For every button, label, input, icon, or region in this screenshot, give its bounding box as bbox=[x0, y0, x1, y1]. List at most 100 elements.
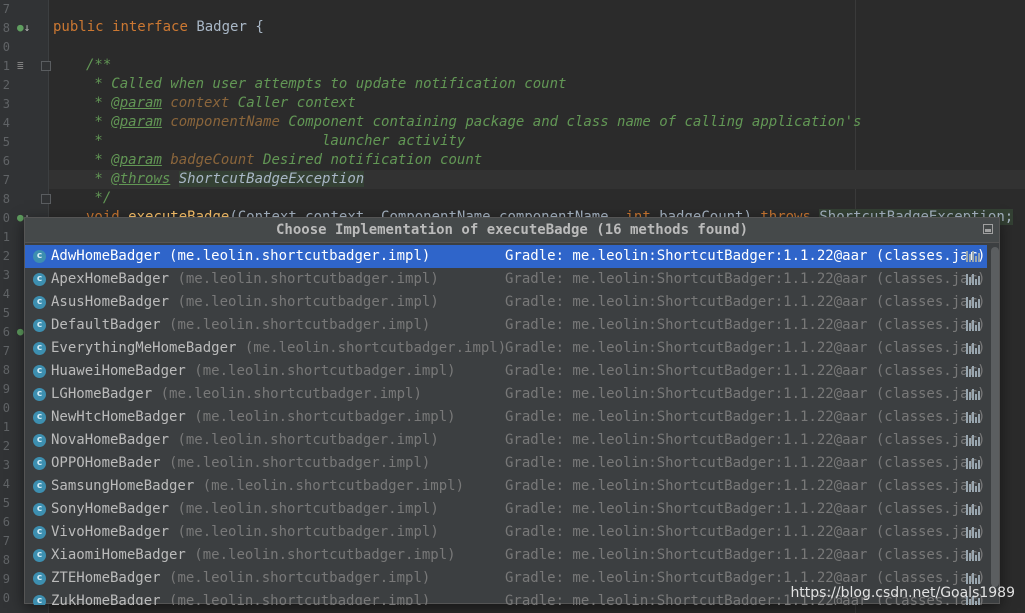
doc-comment-icon[interactable]: ≣ bbox=[17, 56, 24, 75]
library-icon bbox=[966, 481, 980, 492]
javadoc-throws-tag: @throws bbox=[111, 171, 171, 187]
implementation-name-group: HuaweiHomeBadger (me.leolin.shortcutbadg… bbox=[51, 360, 456, 383]
library-location: Gradle: me.leolin:ShortcutBadger:1.1.22@… bbox=[505, 478, 986, 494]
line-number: 1 bbox=[2, 59, 10, 73]
javadoc-param-name: context bbox=[170, 95, 230, 111]
class-icon: c bbox=[33, 457, 46, 470]
javadoc-param-desc: Component containing package and class n… bbox=[288, 114, 862, 130]
library-location: Gradle: me.leolin:ShortcutBadger:1.1.22@… bbox=[505, 409, 986, 425]
implementation-item[interactable]: c XiaomiHomeBadger (me.leolin.shortcutbad… bbox=[25, 544, 987, 567]
line-number: 0 bbox=[2, 211, 10, 225]
library-location: Gradle: me.leolin:ShortcutBadger:1.1.22@… bbox=[505, 363, 986, 379]
library-location: Gradle: me.leolin:ShortcutBadger:1.1.22@… bbox=[505, 271, 986, 287]
javadoc-param-name: componentName bbox=[170, 114, 280, 130]
implementation-item[interactable]: c ApexHomeBadger (me.leolin.shortcutbadge… bbox=[25, 268, 987, 291]
implementation-item[interactable]: c SonyHomeBadger (me.leolin.shortcutbadge… bbox=[25, 498, 987, 521]
line-number: 4 bbox=[2, 287, 10, 301]
javadoc-exception-ref[interactable]: ShortcutBadgeException bbox=[178, 171, 365, 187]
library-icon bbox=[966, 527, 980, 538]
implementation-item[interactable]: c EverythingMeHomeBadger (me.leolin.short… bbox=[25, 337, 987, 360]
class-icon: c bbox=[33, 526, 46, 539]
implementation-name-group: OPPOHomeBader (me.leolin.shortcutbadger.… bbox=[51, 452, 430, 475]
implementation-item[interactable]: c NewHtcHomeBadger (me.leolin.shortcutbad… bbox=[25, 406, 987, 429]
implementation-item[interactable]: c SamsungHomeBadger (me.leolin.shortcutba… bbox=[25, 475, 987, 498]
implementation-name-group: VivoHomeBadger (me.leolin.shortcutbadger… bbox=[51, 521, 439, 544]
library-location: Gradle: me.leolin:ShortcutBadger:1.1.22@… bbox=[505, 455, 986, 471]
library-icon bbox=[966, 573, 980, 584]
library-icon bbox=[966, 389, 980, 400]
class-name: XiaomiHomeBadger bbox=[51, 547, 186, 563]
class-name: NewHtcHomeBadger bbox=[51, 409, 186, 425]
code-line-javadoc-close: */ bbox=[86, 189, 111, 208]
library-icon bbox=[966, 320, 980, 331]
package-name: (me.leolin.shortcutbadger.impl) bbox=[177, 294, 439, 310]
class-name: DefaultBadger bbox=[51, 317, 161, 333]
implementation-item[interactable]: c NovaHomeBadger (me.leolin.shortcutbadge… bbox=[25, 429, 987, 452]
implemented-marker-icon-2[interactable]: ● bbox=[17, 322, 24, 341]
implementation-item[interactable]: c AdwHomeBadger (me.leolin.shortcutbadger… bbox=[25, 245, 987, 268]
line-number: 0 bbox=[2, 40, 10, 54]
class-name: SonyHomeBadger bbox=[51, 501, 170, 517]
implemented-marker-icon[interactable]: ●↓ bbox=[17, 18, 30, 37]
watermark: https://blog.csdn.net/Goals1989 bbox=[790, 585, 1015, 601]
choose-implementation-popup[interactable]: Choose Implementation of executeBadge (1… bbox=[24, 217, 1000, 605]
line-number: 8 bbox=[2, 21, 10, 35]
implementation-item[interactable]: c AsusHomeBadger (me.leolin.shortcutbadge… bbox=[25, 291, 987, 314]
line-number: 0 bbox=[2, 401, 10, 415]
javadoc-param-desc: Caller context bbox=[237, 95, 356, 111]
library-location: Gradle: me.leolin:ShortcutBadger:1.1.22@… bbox=[505, 340, 986, 356]
line-number: 1 bbox=[2, 230, 10, 244]
class-name: ZukHomeBadger bbox=[51, 593, 161, 605]
line-number: 2 bbox=[2, 439, 10, 453]
class-icon: c bbox=[33, 388, 46, 401]
package-name: (me.leolin.shortcutbadger.impl) bbox=[177, 524, 439, 540]
implementation-item[interactable]: c OPPOHomeBader (me.leolin.shortcutbadger… bbox=[25, 452, 987, 475]
implementation-name-group: SonyHomeBadger (me.leolin.shortcutbadger… bbox=[51, 498, 439, 521]
fold-end-icon[interactable] bbox=[41, 194, 51, 204]
library-location: Gradle: me.leolin:ShortcutBadger:1.1.22@… bbox=[505, 386, 986, 402]
package-name: (me.leolin.shortcutbadger.impl) bbox=[202, 478, 465, 494]
line-number: 6 bbox=[2, 154, 10, 168]
line-number: 5 bbox=[2, 306, 10, 320]
class-icon: c bbox=[33, 296, 46, 309]
implementation-name-group: NovaHomeBadger (me.leolin.shortcutbadger… bbox=[51, 429, 439, 452]
library-location: Gradle: me.leolin:ShortcutBadger:1.1.22@… bbox=[505, 294, 986, 310]
implementation-item[interactable]: c HuaweiHomeBadger (me.leolin.shortcutbad… bbox=[25, 360, 987, 383]
line-number: 7 bbox=[2, 173, 10, 187]
library-icon bbox=[966, 274, 980, 285]
package-name: (me.leolin.shortcutbadger.impl) bbox=[169, 455, 431, 471]
class-name: LGHomeBadger bbox=[51, 386, 153, 402]
class-icon: c bbox=[33, 250, 46, 263]
class-icon: c bbox=[33, 503, 46, 516]
package-name: (me.leolin.shortcutbadger.impl) bbox=[160, 386, 422, 402]
fold-collapse-icon[interactable] bbox=[41, 61, 51, 71]
list-scrollbar[interactable] bbox=[991, 247, 999, 587]
implementation-item[interactable]: c LGHomeBadger (me.leolin.shortcutbadger.… bbox=[25, 383, 987, 406]
implementation-item[interactable]: c DefaultBadger (me.leolin.shortcutbadger… bbox=[25, 314, 987, 337]
library-location: Gradle: me.leolin:ShortcutBadger:1.1.22@… bbox=[505, 317, 986, 333]
implementation-name-group: SamsungHomeBadger (me.leolin.shortcutbad… bbox=[51, 475, 464, 498]
implementation-name-group: LGHomeBadger (me.leolin.shortcutbadger.i… bbox=[51, 383, 422, 406]
keyword-interface: interface bbox=[112, 19, 188, 35]
javadoc-param-desc: Desired notification count bbox=[263, 152, 483, 168]
javadoc-close: */ bbox=[86, 190, 112, 206]
code-line-param-continuation: * launcher activity bbox=[86, 132, 465, 151]
line-number: 5 bbox=[2, 496, 10, 510]
package-name: (me.leolin.shortcutbadger.impl) bbox=[169, 570, 431, 586]
code-line-javadoc-summary: * Called when user attempts to update no… bbox=[86, 75, 566, 94]
implementation-name-group: ZTEHomeBadger (me.leolin.shortcutbadger.… bbox=[51, 567, 430, 590]
line-number: 6 bbox=[2, 515, 10, 529]
implementation-list[interactable]: c AdwHomeBadger (me.leolin.shortcutbadger… bbox=[25, 245, 987, 605]
line-number: 2 bbox=[2, 249, 10, 263]
package-name: (me.leolin.shortcutbadger.impl) bbox=[177, 271, 439, 287]
javadoc-param-tag: @param bbox=[111, 114, 162, 130]
library-icon bbox=[966, 366, 980, 377]
implementation-name-group: XiaomiHomeBadger (me.leolin.shortcutbadg… bbox=[51, 544, 456, 567]
line-number: 8 bbox=[2, 553, 10, 567]
package-name: (me.leolin.shortcutbadger.impl) bbox=[244, 340, 507, 356]
javadoc-param-tag: @param bbox=[111, 95, 162, 111]
line-number: 7 bbox=[2, 534, 10, 548]
class-icon: c bbox=[33, 480, 46, 493]
implementation-item[interactable]: c VivoHomeBadger (me.leolin.shortcutbadge… bbox=[25, 521, 987, 544]
pin-window-icon[interactable] bbox=[983, 224, 993, 234]
